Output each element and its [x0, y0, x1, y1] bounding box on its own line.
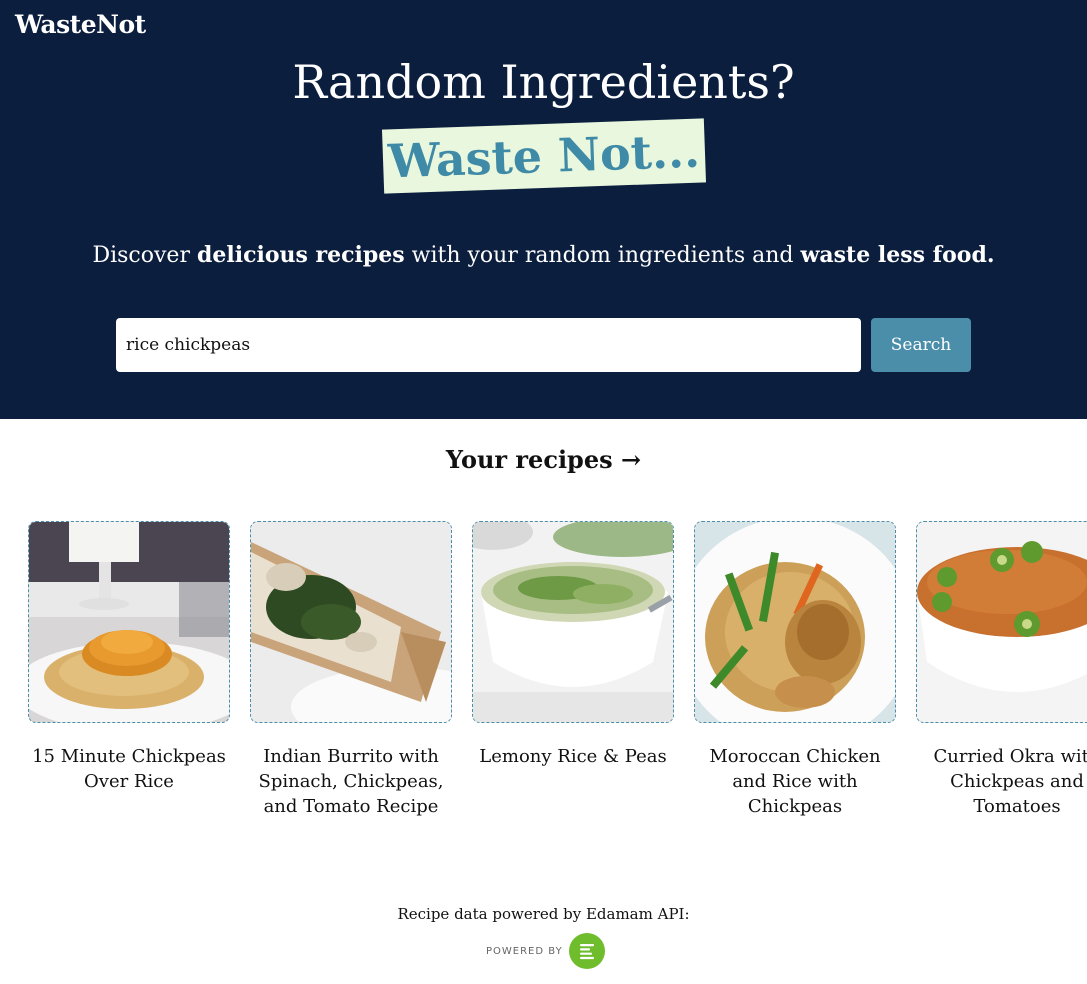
hero-badge-text: Waste Not... — [387, 123, 701, 189]
recipe-card[interactable]: Moroccan Chicken and Rice with Chickpeas — [694, 521, 896, 819]
brand-logo[interactable]: WasteNot — [15, 10, 146, 39]
footer-attribution: Recipe data powered by Edamam API: — [397, 905, 690, 923]
recipe-image[interactable] — [694, 521, 896, 723]
recipe-card[interactable]: Curried Okra with Chickpeas and Tomatoes — [916, 521, 1087, 819]
recipe-card[interactable]: 15 Minute Chickpeas Over Rice — [28, 521, 230, 794]
tagline-bold-2: waste less food. — [800, 242, 995, 268]
recipe-image[interactable] — [250, 521, 452, 723]
hero-section: WasteNot Random Ingredients? Waste Not..… — [0, 0, 1087, 419]
ingredient-search-input[interactable] — [116, 318, 861, 372]
tagline-part-1: Discover — [92, 243, 197, 268]
recipe-card[interactable]: Indian Burrito with Spinach, Chickpeas, … — [250, 521, 452, 819]
search-button[interactable]: Search — [871, 318, 971, 372]
recipe-card[interactable]: Lemony Rice & Peas — [472, 521, 674, 769]
chickpeas-rice-photo — [29, 522, 229, 722]
powered-by-label: POWERED BY — [486, 945, 563, 957]
hero-tagline: Discover delicious recipes with your ran… — [0, 242, 1087, 268]
curried-okra-photo — [917, 522, 1087, 722]
recipe-title[interactable]: Indian Burrito with Spinach, Chickpeas, … — [250, 744, 452, 819]
rice-peas-bowl-photo — [473, 522, 673, 722]
edamam-badge[interactable]: POWERED BY — [486, 933, 605, 969]
recipe-title[interactable]: 15 Minute Chickpeas Over Rice — [28, 744, 230, 794]
results-title: Your recipes → — [445, 445, 642, 474]
recipe-image[interactable] — [916, 521, 1087, 723]
hero-headline: Random Ingredients? — [292, 55, 795, 109]
recipe-carousel[interactable]: 15 Minute Chickpeas Over Rice Indian Bur… — [0, 521, 1087, 831]
tagline-bold-1: delicious recipes — [196, 242, 405, 268]
chicken-rice-photo — [695, 522, 895, 722]
recipe-image[interactable] — [472, 521, 674, 723]
recipe-title[interactable]: Moroccan Chicken and Rice with Chickpeas — [694, 744, 896, 819]
burrito-photo — [251, 522, 451, 722]
recipe-title[interactable]: Lemony Rice & Peas — [472, 744, 674, 769]
recipe-image[interactable] — [28, 521, 230, 723]
recipe-title[interactable]: Curried Okra with Chickpeas and Tomatoes — [916, 744, 1087, 819]
edamam-logo-icon — [568, 933, 605, 969]
tagline-part-2: with your random ingredients and — [404, 243, 801, 268]
